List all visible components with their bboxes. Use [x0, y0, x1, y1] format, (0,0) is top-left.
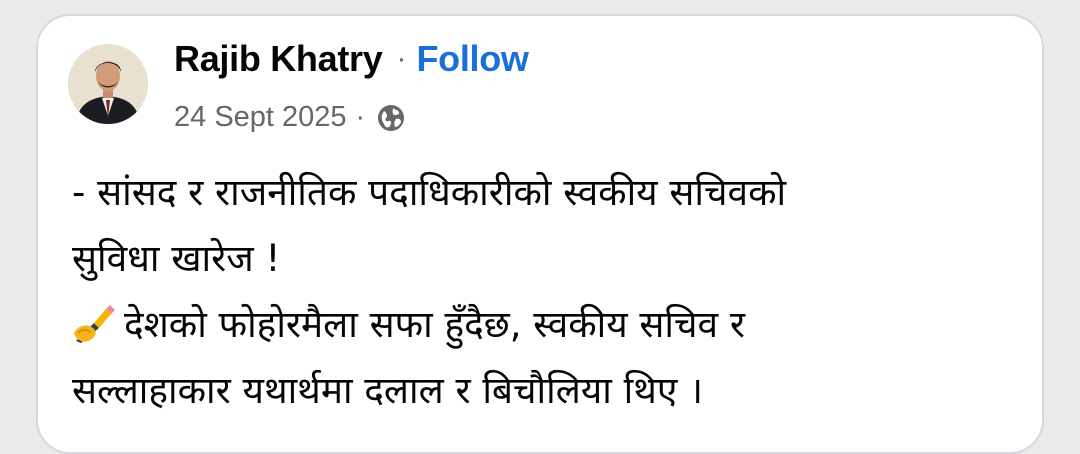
- post-line: - सांसद र राजनीतिक पदाधिकारीको स्वकीय सच…: [72, 171, 787, 214]
- post-meta: 24 Sept 2025 ·: [174, 101, 406, 134]
- post-line: देशको फोहोरमैला सफा हुँदैछ, स्वकीय सचिव …: [72, 292, 1022, 358]
- avatar-photo: [68, 44, 148, 124]
- post-text: - सांसद र राजनीतिक पदाधिकारीको स्वकीय सच…: [72, 160, 1022, 424]
- post-date[interactable]: 24 Sept 2025: [174, 101, 347, 134]
- meta-separator-dot: ·: [355, 101, 366, 133]
- avatar[interactable]: [68, 44, 148, 124]
- post-card: Rajib Khatry · Follow 24 Sept 2025 · - स…: [36, 14, 1044, 454]
- author-name[interactable]: Rajib Khatry: [174, 38, 383, 80]
- globe-icon[interactable]: [376, 103, 406, 133]
- post-line: सल्लाहाकार यथार्थमा दलाल र बिचौलिया थिए …: [72, 369, 704, 412]
- post-line-text: देशको फोहोरमैला सफा हुँदैछ, स्वकीय सचिव …: [124, 303, 745, 346]
- post-line: सुविधा खारेज !: [72, 237, 281, 280]
- author-row: Rajib Khatry · Follow: [174, 38, 529, 80]
- follow-button[interactable]: Follow: [416, 38, 528, 80]
- separator-dot: ·: [396, 42, 407, 75]
- writing-hand-icon: [72, 298, 116, 343]
